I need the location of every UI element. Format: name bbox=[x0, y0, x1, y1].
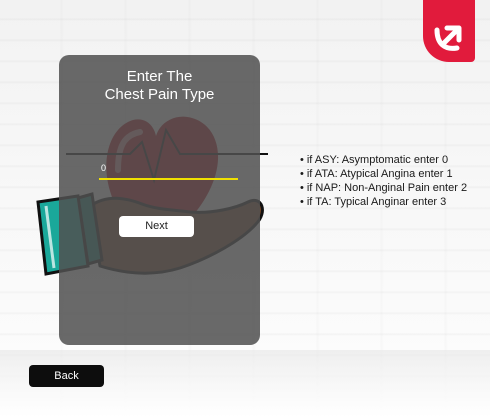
brand-badge bbox=[423, 0, 475, 62]
title-line-2: Chest Pain Type bbox=[104, 86, 215, 103]
up-right-arrow-icon bbox=[434, 25, 462, 51]
input-underline bbox=[99, 178, 238, 180]
back-button[interactable]: Back bbox=[29, 365, 104, 387]
help-item-asy: if ASY: Asymptomatic enter 0 bbox=[300, 153, 467, 167]
chest-pain-help-list: if ASY: Asymptomatic enter 0 if ATA: Aty… bbox=[300, 153, 467, 209]
chest-pain-input[interactable]: 0 bbox=[101, 163, 106, 173]
help-item-nap: if NAP: Non-Anginal Pain enter 2 bbox=[300, 181, 467, 195]
help-item-ta: if TA: Typical Anginar enter 3 bbox=[300, 195, 467, 209]
help-item-ata: if ATA: Atypical Angina enter 1 bbox=[300, 167, 467, 181]
title-line-1: Enter The bbox=[126, 68, 193, 85]
card-title: Enter The Chest Pain Type bbox=[59, 68, 260, 104]
next-button[interactable]: Next bbox=[119, 216, 194, 237]
